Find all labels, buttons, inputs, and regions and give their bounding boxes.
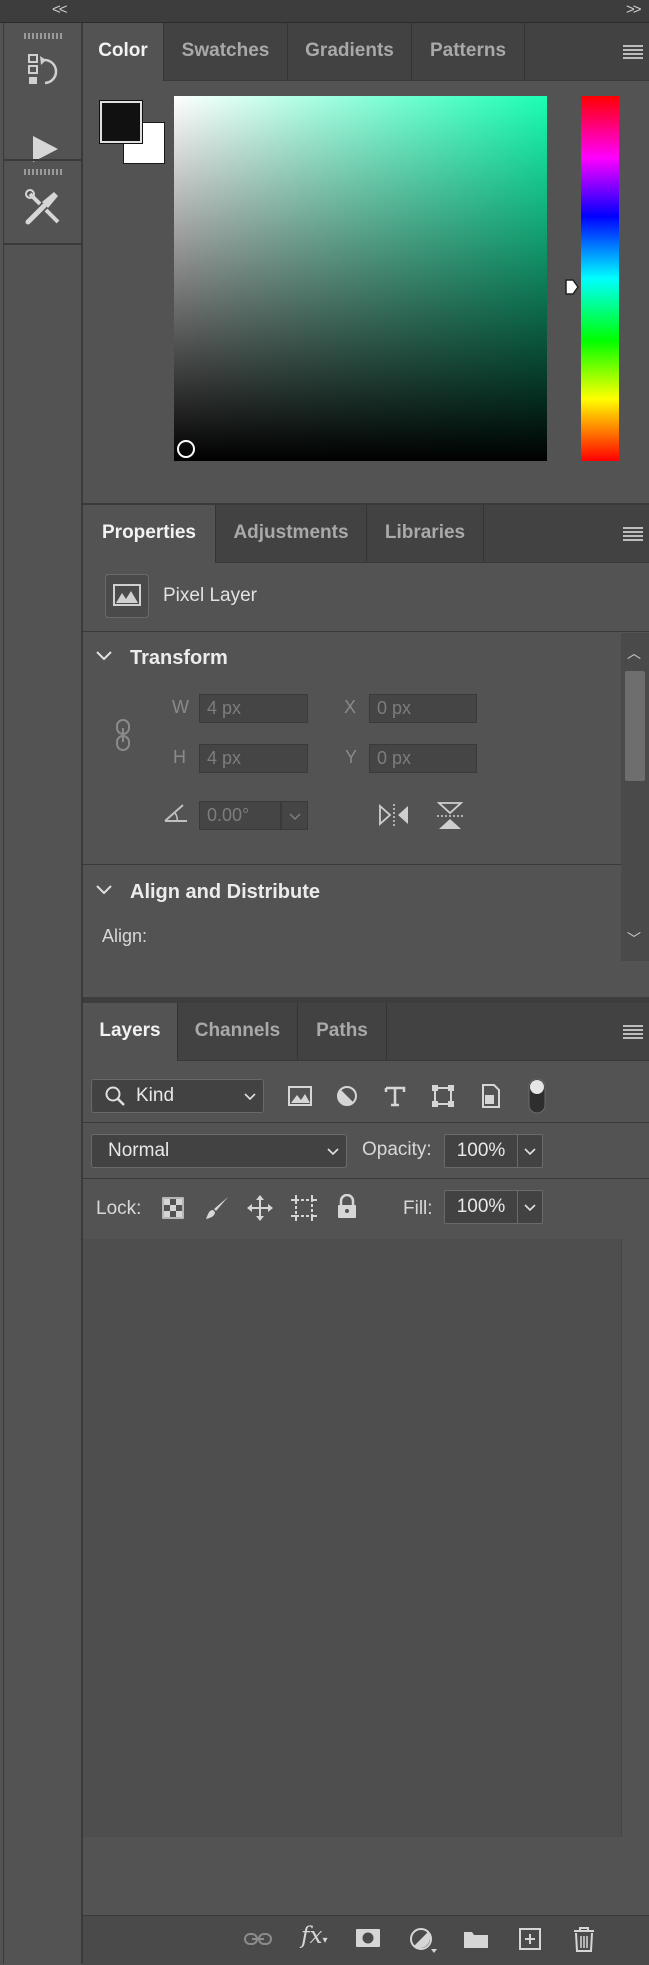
chevron-down-icon [524,1204,536,1212]
properties-panel: Properties Adjustments Libraries Pixel L… [83,505,649,997]
lock-all-icon[interactable] [336,1193,358,1225]
history-icon[interactable] [26,52,62,93]
width-label: W [172,697,189,717]
angle-icon [163,802,191,829]
filter-toggle-switch[interactable] [527,1077,547,1120]
tab-gradients[interactable]: Gradients [288,23,412,80]
scroll-up-icon[interactable]: ︿ [627,643,641,663]
filter-kind-dropdown[interactable]: Kind [91,1079,264,1113]
add-layer-mask-icon[interactable] [355,1927,381,1954]
opacity-label: Opacity: [362,1139,432,1160]
tab-swatches[interactable]: Swatches [164,23,288,80]
width-field[interactable]: 4 px [199,694,308,723]
angle-dropdown[interactable] [281,801,308,830]
lock-transparent-pixels-icon[interactable] [162,1197,184,1224]
y-label: Y [345,747,358,767]
layers-bottom-toolbar: fx▾ [83,1915,649,1965]
flip-horizontal-icon[interactable] [377,802,411,833]
foreground-color-swatch[interactable] [99,100,143,144]
filter-adjustment-icon[interactable] [336,1085,358,1112]
align-collapse-icon[interactable] [95,883,113,902]
fill-dropdown[interactable] [517,1190,543,1224]
color-panel-tabs: Color Swatches Gradients Patterns [83,23,649,81]
lock-artboard-icon[interactable] [290,1194,318,1227]
panel-grip[interactable] [24,169,62,175]
blend-mode-dropdown[interactable]: Normal [91,1134,347,1168]
new-adjustment-layer-icon[interactable] [409,1927,439,1960]
layers-panel-tabs: Layers Channels Paths [83,1003,649,1061]
filter-type-icon[interactable] [383,1084,407,1113]
tab-layers[interactable]: Layers [83,1003,178,1061]
filter-kind-label: Kind [136,1085,175,1106]
filter-pixel-icon[interactable] [287,1085,313,1112]
align-distribute-heading[interactable]: Align and Distribute [130,881,320,904]
search-icon [105,1086,125,1106]
layer-style-fx-button[interactable]: fx▾ [301,1923,328,1949]
properties-scrollbar[interactable]: ︿ ﹀ [621,633,649,961]
saturation-brightness-field[interactable] [174,96,547,461]
angle-field[interactable]: 0.00° [199,801,281,830]
tab-paths[interactable]: Paths [298,1003,387,1060]
chevron-down-icon [327,1148,339,1156]
collapse-left-button[interactable]: << [52,1,67,18]
opacity-dropdown[interactable] [517,1134,543,1168]
collapsed-panel-column [3,23,83,1964]
color-panel: Color Swatches Gradients Patterns [83,23,649,503]
panel-menu-icon[interactable] [623,527,643,541]
tab-channels[interactable]: Channels [178,1003,298,1060]
y-position-field[interactable]: 0 px [369,744,477,773]
layers-scrollbar[interactable] [621,1239,649,1837]
hue-slider[interactable] [581,96,619,461]
properties-panel-tabs: Properties Adjustments Libraries [83,505,649,563]
fill-field[interactable]: 100% [444,1190,518,1224]
pixel-layer-icon [105,574,149,618]
delete-layer-trash-icon[interactable] [572,1926,596,1957]
link-dimensions-icon[interactable] [115,718,131,757]
lock-label: Lock: [96,1198,142,1219]
opacity-field[interactable]: 100% [444,1134,518,1168]
scrollbar-thumb[interactable] [625,671,645,781]
tab-patterns[interactable]: Patterns [412,23,525,80]
new-group-folder-icon[interactable] [463,1928,489,1955]
tab-adjustments[interactable]: Adjustments [216,505,367,562]
x-label: X [344,697,357,717]
transform-collapse-icon[interactable] [95,649,113,668]
filter-shape-icon[interactable] [431,1084,455,1113]
link-layers-icon[interactable] [243,1930,273,1953]
flip-vertical-icon[interactable] [435,800,465,837]
tab-properties[interactable]: Properties [83,505,216,563]
actions-play-icon[interactable] [30,134,60,169]
new-layer-icon[interactable] [518,1927,542,1956]
panel-grip[interactable] [24,33,62,39]
hue-slider-handle[interactable] [564,278,580,301]
lock-image-pixels-brush-icon[interactable] [204,1195,230,1226]
layers-list[interactable] [83,1239,621,1837]
scroll-down-icon[interactable]: ﹀ [627,929,641,949]
panel-dock-header: << >> [0,0,649,23]
filter-smart-object-icon[interactable] [480,1083,502,1114]
x-position-field[interactable]: 0 px [369,694,477,723]
panel-menu-icon[interactable] [623,45,643,59]
lock-position-move-icon[interactable] [246,1194,274,1227]
fx-label: fx [301,1923,323,1949]
color-picker-handle[interactable] [177,440,195,458]
expand-panels-button[interactable]: >> [626,1,641,18]
tab-color[interactable]: Color [83,23,164,81]
height-label: H [173,747,186,767]
chevron-down-icon [244,1093,256,1101]
height-field[interactable]: 4 px [199,744,308,773]
tab-libraries[interactable]: Libraries [367,505,484,562]
chevron-down-icon [524,1148,536,1156]
layers-panel: Layers Channels Paths Kind Normal Opacit… [83,1003,649,1965]
fill-label: Fill: [403,1198,433,1219]
blend-mode-value: Normal [108,1140,170,1161]
layer-type-label: Pixel Layer [163,585,257,606]
align-label: Align: [102,926,148,946]
transform-heading[interactable]: Transform [130,647,228,670]
panel-menu-icon[interactable] [623,1025,643,1039]
tool-presets-icon[interactable] [24,188,62,231]
